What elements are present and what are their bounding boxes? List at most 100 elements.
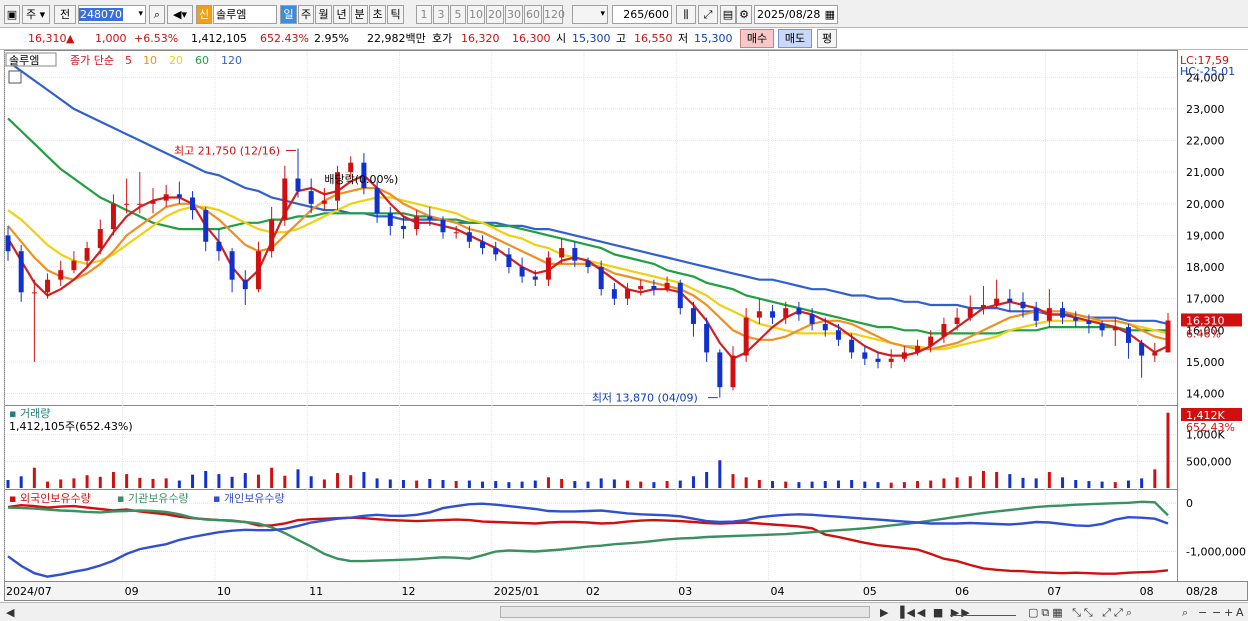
date-field[interactable]: 2025/08/28 ▦ (754, 5, 838, 24)
period-tab-0[interactable]: 일 (280, 5, 297, 24)
volume-ratio: 652.43% (260, 32, 309, 45)
x-tick-label: 07 (1047, 585, 1061, 598)
minus-icon[interactable]: − (1198, 606, 1207, 619)
candle-body (321, 200, 327, 204)
calendar-icon[interactable]: ▦ (825, 6, 835, 23)
volume-bar (59, 479, 63, 488)
volume-bar (1034, 478, 1038, 488)
candle-body (453, 232, 459, 234)
x-tick-label: 12 (401, 585, 415, 598)
volume-bar (204, 470, 208, 488)
price-tick-label: 15,000 (1186, 356, 1225, 369)
volume-bar (164, 478, 168, 488)
volume-bar (771, 481, 775, 488)
candle-body (545, 257, 551, 280)
change-percent: +6.53% (134, 32, 179, 45)
volume-bar (454, 481, 458, 488)
volume-bar (336, 473, 340, 488)
gear-icon[interactable]: ⚙ (736, 5, 752, 24)
scroll-bar[interactable]: ◀ ▶ ▐◀◀ ■ ▶▶ ▢⧉▦ ⤡⤡ ⤢⤢⌕ ⌕ − − + A (0, 602, 1248, 621)
x-tick-label: 09 (125, 585, 139, 598)
candle-body (190, 197, 196, 211)
candle-body (1007, 298, 1013, 302)
volume-bar (1074, 480, 1078, 488)
tool-icons[interactable]: ▢⧉▦ ⤡⤡ ⤢⤢⌕ (1028, 606, 1135, 619)
volume-bar (955, 477, 959, 488)
range-field[interactable]: 265/600 (612, 5, 672, 24)
stock-chart[interactable]: 2024/07 09 10 11 12 2025/01 02 03 04 05 06 07 08 08/2… (0, 50, 1248, 602)
candle-body (176, 194, 182, 198)
volume-bar (665, 481, 669, 488)
volume-bar (217, 474, 221, 488)
volume-bar (32, 467, 36, 488)
plus-icon[interactable]: + (1224, 606, 1233, 619)
volume-bar (533, 480, 537, 488)
zoom-slider[interactable] (950, 606, 1016, 616)
ma-legend-1: 10 (143, 54, 157, 67)
quote-bar: 16,310 ▲ 1,000 +6.53% 1,412,105 652.43% … (0, 28, 1248, 50)
candle-body (295, 178, 301, 192)
dash-icon[interactable]: − (1212, 606, 1221, 619)
count-tab-1[interactable]: 3 (433, 5, 449, 24)
candle-body (440, 219, 446, 233)
period-tab-2[interactable]: 월 (315, 5, 332, 24)
count-tab-5[interactable]: 30 (505, 5, 523, 24)
sell-button[interactable]: 매도 (778, 29, 812, 48)
volume-bar (981, 470, 985, 488)
volume-bar (757, 480, 761, 488)
holding-tick-label: 0 (1186, 497, 1193, 510)
candle-body (137, 203, 143, 205)
candle-body (1046, 308, 1052, 321)
zoom-icon[interactable]: ⌕ (1182, 606, 1188, 619)
current-price: 16,310 (28, 32, 67, 45)
avg-button[interactable]: 평 (817, 29, 837, 48)
period-tab-4[interactable]: 분 (351, 5, 368, 24)
volume-bar (1021, 477, 1025, 488)
save-icon[interactable]: ▤ (720, 5, 736, 24)
x-tick-label: 08 (1140, 585, 1154, 598)
open-price: 15,300 (572, 32, 611, 45)
count-tab-6[interactable]: 60 (524, 5, 542, 24)
count-tab-3[interactable]: 10 (467, 5, 485, 24)
scroll-left-icon[interactable]: ◀ (6, 606, 14, 619)
candle-body (1033, 308, 1039, 321)
scroll-right-icon[interactable]: ▶ (880, 606, 888, 619)
price-tick-label: 21,000 (1186, 166, 1225, 179)
prev-button[interactable]: 전 (54, 5, 76, 24)
period-tab-1[interactable]: 주 (298, 5, 314, 24)
window-icon[interactable]: ▣ (4, 5, 20, 24)
candle-body (150, 200, 156, 204)
candle-body (888, 358, 894, 362)
count-tab-7[interactable]: 120 (543, 5, 565, 24)
count-tab-0[interactable]: 1 (416, 5, 432, 24)
count-input[interactable]: ▾ (572, 5, 608, 24)
volume-bar (1061, 477, 1065, 488)
type-select[interactable]: 주 ▾ (22, 5, 50, 24)
candle-body (1073, 317, 1079, 321)
scroll-thumb[interactable] (500, 606, 870, 618)
volume-bar (836, 480, 840, 488)
candle-icon[interactable]: ⫼ (676, 5, 696, 24)
code-input[interactable]: 248070 ▾ (78, 5, 146, 24)
text-size-icon[interactable]: A (1236, 606, 1244, 619)
period-tab-3[interactable]: 년 (333, 5, 350, 24)
period-tab-5[interactable]: 초 (369, 5, 386, 24)
count-tab-2[interactable]: 5 (450, 5, 466, 24)
x-tick-label: 04 (771, 585, 785, 598)
candle-body (677, 282, 683, 309)
candle-body (980, 304, 986, 309)
candle-body (1139, 342, 1145, 356)
candle-body (163, 194, 169, 201)
volume-bar (138, 477, 142, 488)
stock-name-field[interactable]: 솔루엠 (213, 5, 277, 24)
period-tab-6[interactable]: 틱 (387, 5, 404, 24)
candle-body (18, 251, 24, 293)
x-tick-label: 2025/01 (494, 585, 540, 598)
buy-button[interactable]: 매수 (740, 29, 774, 48)
candle-body (1086, 320, 1092, 324)
candle-body (756, 311, 762, 318)
sound-icon[interactable]: ◀▾ (167, 5, 193, 24)
count-tab-4[interactable]: 20 (486, 5, 504, 24)
search-icon[interactable]: ⌕ (149, 5, 165, 24)
crosshair-icon[interactable]: ⤢ (698, 5, 718, 24)
